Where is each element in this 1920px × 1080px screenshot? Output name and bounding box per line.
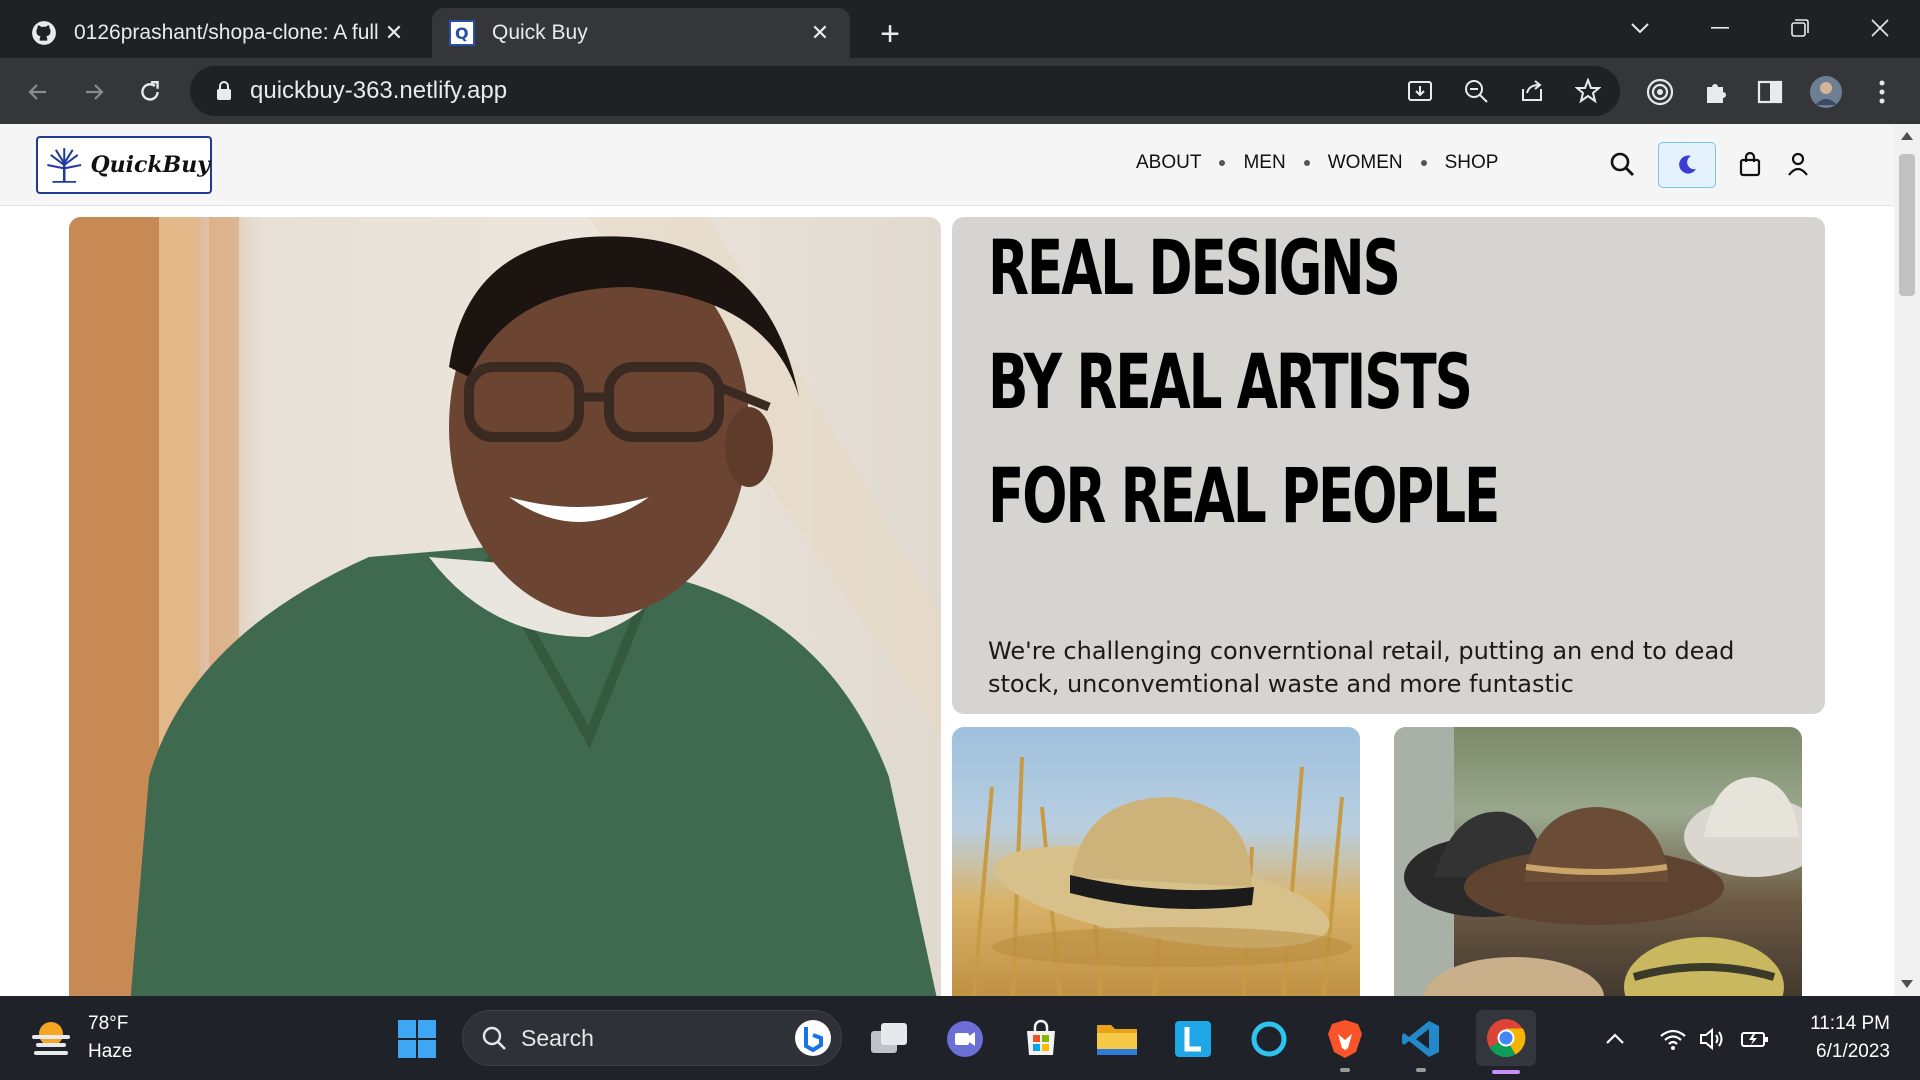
haze-weather-icon: [32, 1022, 70, 1055]
system-clock[interactable]: 11:14 PM 6/1/2023: [1790, 1010, 1890, 1066]
headline-line-1: REAL DESIGNS: [988, 223, 1401, 312]
lock-icon[interactable]: [212, 81, 236, 101]
main-nav: ABOUT MEN WOMEN SHOP: [1136, 152, 1498, 174]
taskbar-search-box[interactable]: Search: [462, 1010, 842, 1066]
felt-hats-illustration: [1394, 727, 1802, 996]
page-scrollbar[interactable]: [1894, 124, 1920, 996]
nav-separator: [1303, 160, 1310, 166]
site-logo[interactable]: QuickBuy: [36, 136, 212, 194]
site-header: QuickBuy ABOUT MEN WOMEN SHOP: [0, 124, 1894, 206]
logo-text: QuickBuy: [90, 152, 210, 178]
scroll-up-arrow-icon[interactable]: [1901, 132, 1913, 140]
scroll-down-arrow-icon[interactable]: [1901, 980, 1913, 988]
tab-quickbuy[interactable]: Q Quick Buy ✕: [432, 8, 850, 58]
page-viewport: QuickBuy ABOUT MEN WOMEN SHOP REAL DESIG…: [0, 124, 1920, 996]
svg-text:Q: Q: [455, 24, 469, 43]
install-app-icon[interactable]: [1400, 74, 1440, 108]
close-window-button[interactable]: [1850, 8, 1910, 48]
tab-strip: 0126prashant/shopa-clone: A full ✕ Q Qui…: [0, 0, 1920, 58]
restore-button[interactable]: [1770, 8, 1830, 48]
share-icon[interactable]: [1512, 74, 1552, 108]
profile-avatar[interactable]: [1806, 72, 1846, 112]
tab-search-chevron-icon[interactable]: [1610, 8, 1670, 48]
cortana-icon[interactable]: [1244, 1014, 1294, 1064]
brave-browser-icon[interactable]: [1320, 1014, 1370, 1072]
quickbuy-favicon: Q: [448, 19, 476, 47]
nav-separator: [1420, 160, 1427, 166]
user-account-icon[interactable]: [1778, 144, 1818, 184]
bing-icon[interactable]: [793, 1018, 833, 1058]
tab-title: 0126prashant/shopa-clone: A full: [74, 21, 379, 44]
product-card-felt-hats[interactable]: [1394, 727, 1802, 996]
back-button[interactable]: [18, 72, 58, 112]
bookmark-star-icon[interactable]: [1568, 74, 1608, 108]
minimize-button[interactable]: [1690, 8, 1750, 48]
scrollbar-thumb[interactable]: [1899, 154, 1915, 296]
microsoft-store-icon[interactable]: [1016, 1014, 1066, 1064]
moon-icon: [1679, 155, 1696, 174]
straw-hat-illustration: [971, 756, 1352, 996]
search-icon[interactable]: [1602, 144, 1642, 184]
extensions-puzzle-icon[interactable]: [1696, 72, 1736, 112]
running-indicator: [1340, 1068, 1350, 1072]
clock-date: 6/1/2023: [1816, 1041, 1890, 1062]
clock-time: 11:14 PM: [1810, 1013, 1890, 1034]
l-app-icon[interactable]: [1168, 1014, 1218, 1064]
tab-title: Quick Buy: [492, 21, 588, 44]
teams-chat-icon[interactable]: [940, 1014, 990, 1064]
close-tab-icon[interactable]: ✕: [380, 19, 408, 47]
task-view-icon[interactable]: [864, 1014, 914, 1064]
nav-women[interactable]: WOMEN: [1328, 152, 1403, 174]
hero-image-man: [69, 217, 941, 996]
side-panel-icon[interactable]: [1750, 72, 1790, 112]
hero-tagline: We're challenging converntional retail, …: [988, 637, 1735, 698]
file-explorer-icon[interactable]: [1092, 1014, 1142, 1064]
browser-toolbar: quickbuy-363.netlify.app: [0, 58, 1920, 124]
shopping-bag-icon[interactable]: [1730, 144, 1770, 184]
windows-start-icon[interactable]: [392, 1014, 442, 1064]
nav-separator: [1219, 160, 1226, 166]
weather-description: Haze: [88, 1041, 133, 1062]
zoom-icon[interactable]: [1456, 74, 1496, 108]
running-indicator: [1416, 1068, 1426, 1072]
weather-temperature: 78°F: [88, 1013, 129, 1034]
forward-button[interactable]: [74, 72, 114, 112]
url-text: quickbuy-363.netlify.app: [250, 77, 508, 104]
extension-target-icon[interactable]: [1640, 72, 1680, 112]
github-icon: [30, 19, 58, 47]
product-card-straw-hat[interactable]: [952, 727, 1360, 996]
tab-github[interactable]: 0126prashant/shopa-clone: A full ✕: [14, 8, 424, 58]
active-indicator: [1492, 1070, 1520, 1074]
new-tab-button[interactable]: +: [870, 14, 910, 54]
address-bar[interactable]: quickbuy-363.netlify.app: [190, 66, 1620, 116]
windows-taskbar: 78°F Haze Search 11:14 PM 6/1/2023: [0, 996, 1920, 1080]
nav-shop[interactable]: SHOP: [1445, 152, 1499, 174]
battery-charging-icon[interactable]: [1730, 1014, 1780, 1064]
headline-line-2: BY REAL ARTISTS: [988, 337, 1473, 426]
theme-toggle-button[interactable]: [1658, 142, 1716, 188]
headline-line-3: FOR REAL PEOPLE: [988, 451, 1500, 540]
reload-button[interactable]: [130, 72, 170, 112]
weather-widget[interactable]: 78°F Haze: [30, 1010, 132, 1066]
man-photo-illustration: [69, 217, 941, 996]
show-hidden-icons-chevron[interactable]: [1590, 1014, 1640, 1064]
tree-logo-icon: [47, 148, 82, 183]
chrome-menu-icon[interactable]: [1862, 72, 1902, 112]
chrome-taskbar-icon[interactable]: [1476, 1010, 1536, 1074]
nav-men[interactable]: MEN: [1243, 152, 1285, 174]
hero-text-panel: REAL DESIGNS BY REAL ARTISTS FOR REAL PE…: [952, 217, 1825, 714]
nav-about[interactable]: ABOUT: [1136, 152, 1201, 174]
taskbar-search-label: Search: [521, 1024, 594, 1051]
search-icon: [482, 1026, 506, 1050]
close-tab-icon[interactable]: ✕: [806, 19, 834, 47]
vscode-icon[interactable]: [1396, 1014, 1446, 1072]
